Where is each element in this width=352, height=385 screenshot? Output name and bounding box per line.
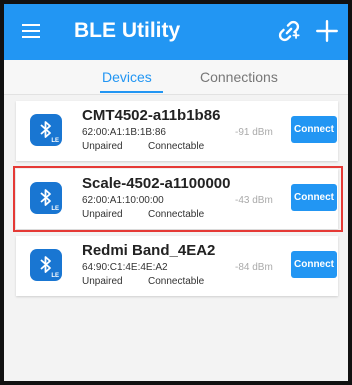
menu-icon[interactable]	[22, 22, 44, 40]
tab-devices[interactable]: Devices	[102, 69, 152, 85]
le-badge: LE	[51, 138, 59, 144]
tab-indicator	[100, 91, 163, 93]
phone-frame: BLE Utility Devices Connections LE CMT45…	[0, 0, 352, 385]
menu-line-middle	[22, 30, 40, 32]
app-screen: BLE Utility Devices Connections LE CMT45…	[4, 4, 348, 381]
app-title: BLE Utility	[74, 19, 181, 42]
bluetooth-le-icon: LE	[30, 114, 62, 146]
device-bond-state: Unpaired	[82, 141, 123, 152]
device-row[interactable]: LE CMT4502-a11b1b86 62:00:A1:1B:1B:86 Un…	[16, 101, 338, 161]
menu-line-bottom	[22, 36, 40, 38]
app-bar: BLE Utility	[4, 4, 348, 60]
device-rssi: -84 dBm	[235, 262, 273, 273]
device-row[interactable]: LE Redmi Band_4EA2 64:90:C1:4E:4E:A2 Unp…	[16, 236, 338, 296]
device-rssi: -91 dBm	[235, 127, 273, 138]
menu-line-top	[22, 24, 40, 26]
device-bond-state: Unpaired	[82, 276, 123, 287]
highlight-box	[13, 166, 343, 232]
device-name: Redmi Band_4EA2	[82, 242, 216, 259]
tab-bar: Devices Connections	[4, 60, 348, 95]
device-name: CMT4502-a11b1b86	[82, 107, 221, 124]
bluetooth-le-icon: LE	[30, 249, 62, 281]
device-mac: 64:90:C1:4E:4E:A2	[82, 262, 168, 273]
device-type: Connectable	[148, 141, 205, 152]
tab-connections[interactable]: Connections	[200, 69, 278, 85]
device-type: Connectable	[148, 276, 205, 287]
add-icon[interactable]	[314, 18, 340, 44]
connect-button[interactable]: Connect	[291, 251, 337, 278]
device-mac: 62:00:A1:1B:1B:86	[82, 127, 166, 138]
link-icon[interactable]	[276, 18, 302, 44]
connect-button[interactable]: Connect	[291, 116, 337, 143]
le-badge: LE	[51, 273, 59, 279]
